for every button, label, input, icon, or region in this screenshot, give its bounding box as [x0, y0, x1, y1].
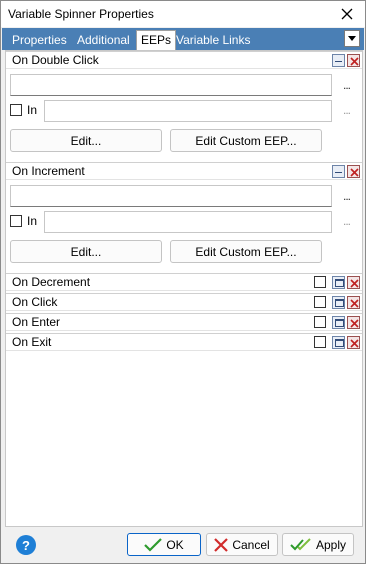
section-title: On Decrement [12, 275, 91, 289]
expand-section-button[interactable] [332, 296, 345, 309]
triangle-down-icon [348, 36, 356, 41]
increment-in-field[interactable] [44, 211, 332, 233]
cancel-button[interactable]: Cancel [206, 533, 278, 556]
section-enable-checkbox[interactable] [314, 316, 326, 328]
double-click-in-browse-button[interactable]: ... [343, 104, 351, 116]
section-title: On Enter [12, 315, 61, 329]
remove-section-button[interactable] [347, 336, 360, 349]
double-click-browse-button[interactable]: ... [343, 79, 351, 91]
close-icon [350, 299, 359, 308]
double-click-in-field[interactable] [44, 100, 332, 122]
expand-section-button[interactable] [332, 276, 345, 289]
close-icon [350, 339, 359, 348]
minimize-section-button[interactable] [332, 54, 345, 67]
in-label: In [27, 214, 38, 228]
check-icon [144, 537, 163, 552]
increment-in-browse-button[interactable]: ... [343, 215, 351, 227]
double-check-icon [290, 537, 311, 550]
x-icon [214, 537, 229, 552]
eeps-panel: On Double Click ... In ... Edit... Edit … [5, 50, 363, 527]
section-header-increment: On Increment [6, 162, 362, 180]
close-icon [350, 279, 359, 288]
increment-browse-button[interactable]: ... [343, 190, 351, 202]
increment-edit-custom-eep-button[interactable]: Edit Custom EEP... [170, 240, 322, 263]
remove-section-button[interactable] [347, 296, 360, 309]
section-header-click: On Click [6, 293, 362, 311]
tab-additional[interactable]: Additional [73, 31, 134, 50]
increment-in-checkbox[interactable] [10, 215, 22, 227]
section-enable-checkbox[interactable] [314, 296, 326, 308]
ok-button[interactable]: OK [127, 533, 201, 556]
window-title: Variable Spinner Properties [8, 7, 154, 21]
properties-dialog: Variable Spinner Properties Properties A… [0, 0, 366, 564]
close-button[interactable] [333, 3, 361, 25]
cancel-label: Cancel [232, 537, 270, 552]
in-label: In [27, 103, 38, 117]
increment-edit-button[interactable]: Edit... [10, 240, 162, 263]
section-header-double-click: On Double Click [6, 51, 362, 69]
increment-command-field[interactable] [10, 185, 332, 207]
apply-button[interactable]: Apply [282, 533, 354, 556]
title-bar: Variable Spinner Properties [1, 1, 365, 27]
close-icon [341, 8, 353, 20]
section-enable-checkbox[interactable] [314, 276, 326, 288]
apply-label: Apply [315, 537, 347, 552]
section-title: On Click [12, 295, 58, 309]
remove-section-button[interactable] [347, 276, 360, 289]
tab-eeps[interactable]: EEPs [136, 30, 177, 50]
section-enable-checkbox[interactable] [314, 336, 326, 348]
expand-section-button[interactable] [332, 316, 345, 329]
close-icon [350, 168, 359, 177]
remove-section-button[interactable] [347, 316, 360, 329]
double-click-edit-button[interactable]: Edit... [10, 129, 162, 152]
minimize-section-button[interactable] [332, 165, 345, 178]
section-title: On Double Click [12, 53, 99, 67]
section-header-exit: On Exit [6, 333, 362, 351]
remove-section-button[interactable] [347, 165, 360, 178]
ok-label: OK [166, 537, 184, 552]
tab-variable-links[interactable]: Variable Links [172, 31, 254, 50]
section-header-decrement: On Decrement [6, 273, 362, 291]
double-click-edit-custom-eep-button[interactable]: Edit Custom EEP... [170, 129, 322, 152]
close-icon [350, 57, 359, 66]
tab-list-dropdown[interactable] [344, 30, 360, 47]
double-click-command-field[interactable] [10, 74, 332, 96]
section-title: On Exit [12, 335, 52, 349]
tab-strip: Properties Additional EEPs Variable Link… [2, 28, 364, 50]
section-header-enter: On Enter [6, 313, 362, 331]
section-title: On Increment [12, 164, 85, 178]
remove-section-button[interactable] [347, 54, 360, 67]
close-icon [350, 319, 359, 328]
double-click-in-checkbox[interactable] [10, 104, 22, 116]
help-icon[interactable]: ? [16, 535, 36, 555]
tab-properties[interactable]: Properties [8, 31, 71, 50]
expand-section-button[interactable] [332, 336, 345, 349]
